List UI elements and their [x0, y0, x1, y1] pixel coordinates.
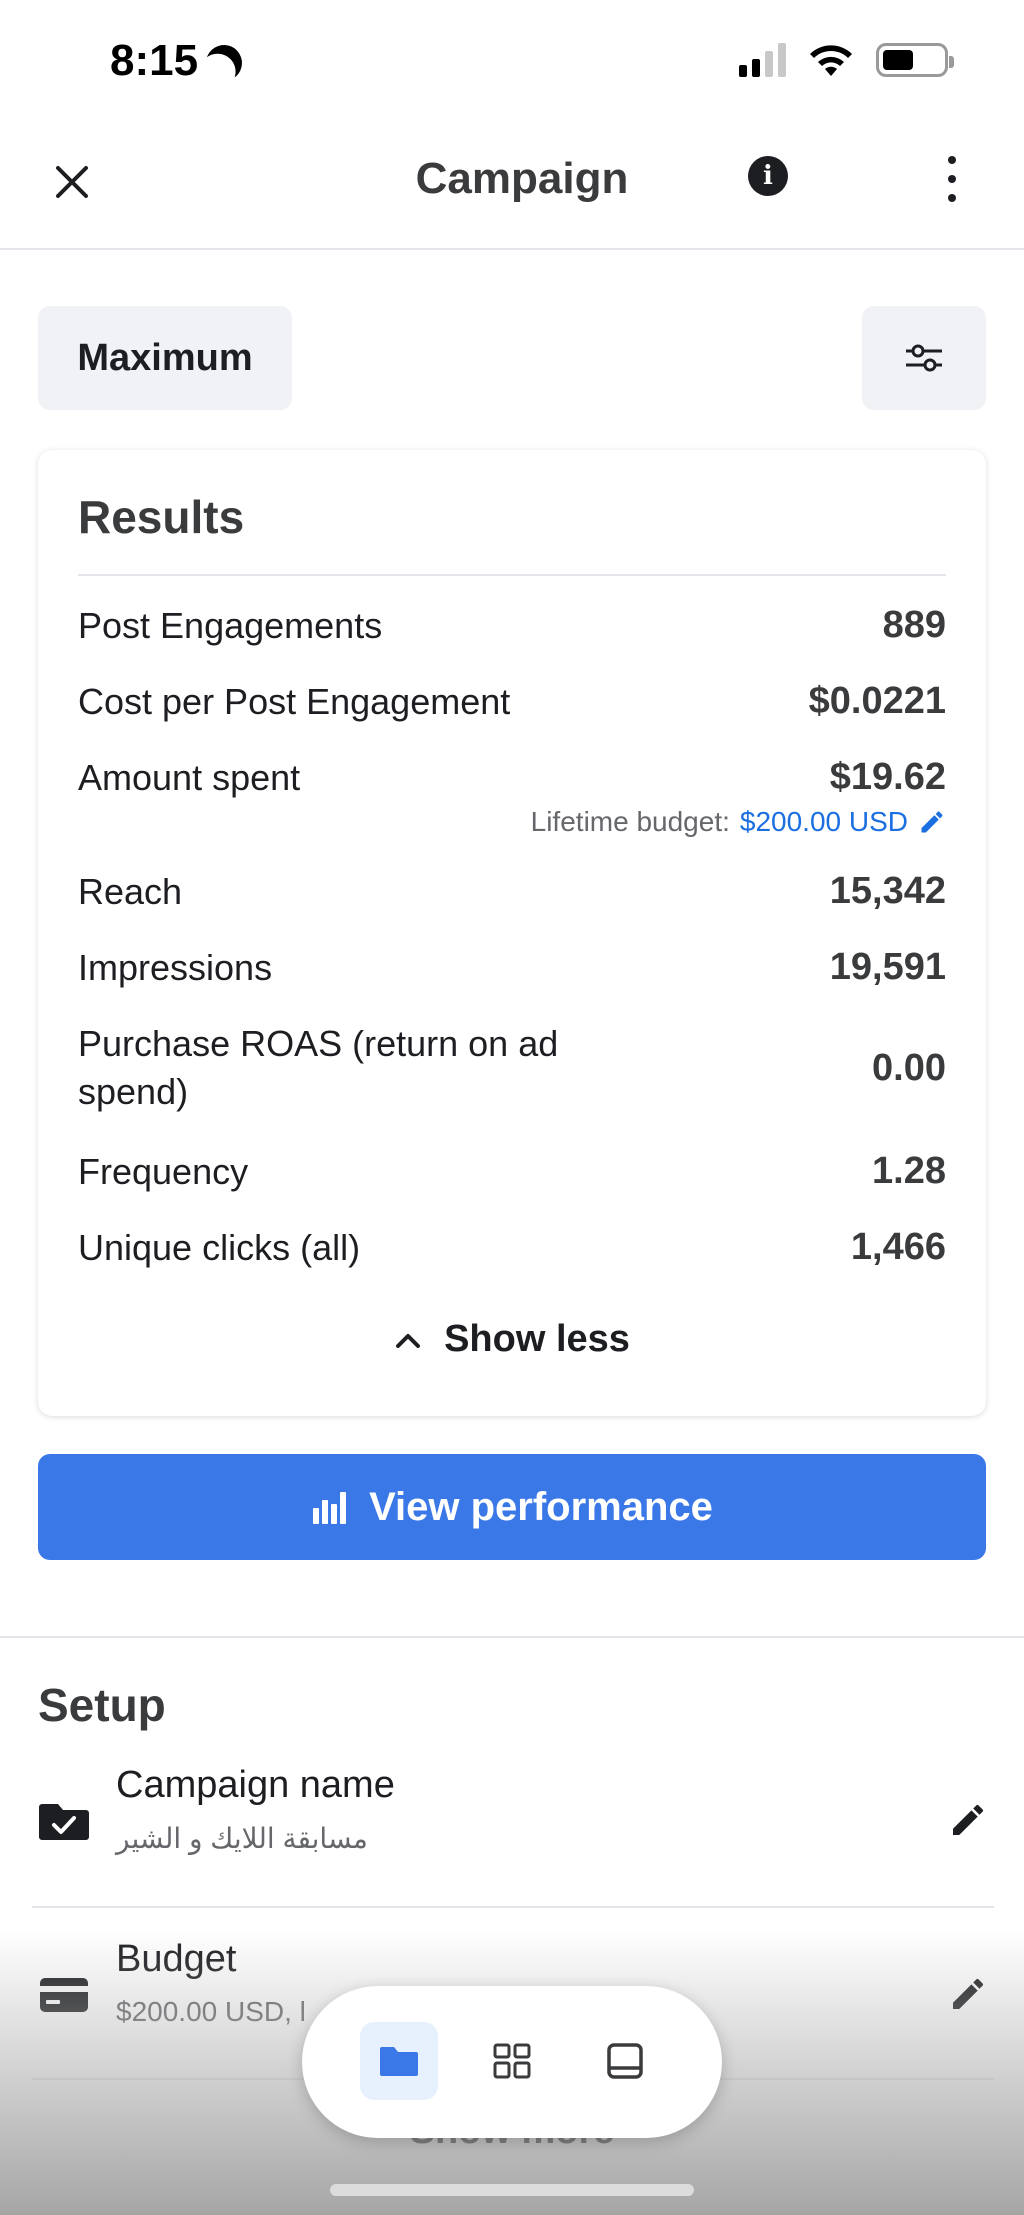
metric-label: Frequency	[78, 1150, 249, 1192]
metric-label: Purchase ROAS (return on ad spend)	[78, 1023, 559, 1112]
bar-chart-icon	[313, 1492, 347, 1524]
metric-label: Impressions	[78, 946, 273, 988]
metric-value: 1,466	[850, 1226, 946, 1268]
more-icon[interactable]	[940, 156, 964, 202]
metric-label: Amount spent	[78, 756, 301, 798]
metric-label: Post Engagements	[78, 604, 383, 646]
battery-icon	[876, 43, 954, 77]
section-divider	[0, 1636, 1024, 1638]
moon-icon	[201, 40, 247, 86]
results-card: Results Post Engagements 889 Cost per Po…	[38, 450, 986, 1416]
info-icon[interactable]: i	[748, 156, 788, 196]
status-bar: 8:15	[0, 0, 1024, 120]
metric-row: Unique clicks (all) 1,466	[78, 1226, 946, 1269]
budget-prefix: Lifetime budget:	[530, 806, 730, 837]
folder-check-icon	[39, 1804, 89, 1840]
metric-value: 15,342	[829, 870, 946, 912]
folder-icon	[380, 2047, 418, 2076]
metric-row: Cost per Post Engagement $0.0221	[78, 680, 946, 723]
show-less-label: Show less	[444, 1318, 630, 1360]
metric-value: 1.28	[872, 1150, 946, 1192]
divider	[78, 574, 946, 576]
view-performance-button[interactable]: View performance	[38, 1454, 986, 1560]
budget-link[interactable]: $200.00 USD	[740, 806, 908, 838]
show-less-button[interactable]: Show less	[38, 1318, 986, 1361]
credit-card-icon	[40, 1978, 88, 2012]
status-icons	[739, 42, 954, 78]
metric-value: $0.0221	[808, 680, 946, 722]
pencil-icon[interactable]	[948, 1974, 988, 2014]
metric-row: Impressions 19,591	[78, 946, 946, 989]
setup-label: Budget	[116, 1938, 237, 1980]
view-performance-label: View performance	[369, 1484, 713, 1529]
metric-value: 889	[882, 604, 946, 646]
bottom-nav	[302, 1986, 722, 2138]
metric-row: Reach 15,342	[78, 870, 946, 913]
nav-ad-sets[interactable]	[473, 2022, 551, 2100]
home-indicator	[330, 2184, 694, 2196]
results-title: Results	[78, 491, 245, 543]
setup-row-campaign-name[interactable]: Campaign name مسابقة اللايك و الشير	[32, 1736, 994, 1908]
pencil-icon[interactable]	[918, 808, 946, 836]
metric-value: $19.62	[829, 756, 946, 798]
pencil-icon[interactable]	[948, 1800, 988, 1840]
setup-title: Setup	[38, 1679, 166, 1731]
setup-label: Campaign name	[116, 1764, 395, 1806]
setup-value: $200.00 USD, l	[116, 1996, 306, 2027]
tablet-icon	[607, 2043, 643, 2079]
metric-row: Purchase ROAS (return on ad spend) 0.00	[78, 1020, 946, 1116]
metric-label: Reach	[78, 870, 183, 912]
header: Campaign i	[0, 120, 1024, 250]
metric-value: 0.00	[872, 1046, 946, 1089]
page-title: Campaign	[415, 154, 629, 203]
clock-text: 8:15	[110, 36, 199, 85]
divider	[32, 1906, 994, 1908]
metric-row: Amount spent $19.62	[78, 756, 946, 799]
metric-row: Post Engagements 889	[78, 604, 946, 647]
wifi-icon	[810, 45, 852, 76]
chevron-up-icon	[396, 1333, 421, 1348]
metric-value: 19,591	[829, 946, 946, 988]
date-range-button[interactable]: Maximum	[38, 306, 292, 410]
grid-icon	[493, 2043, 531, 2079]
signal-icon	[739, 43, 786, 77]
setup-value: مسابقة اللايك و الشير	[116, 1823, 368, 1854]
metric-label: Cost per Post Engagement	[78, 680, 511, 722]
nav-campaigns[interactable]	[360, 2022, 438, 2100]
metric-row: Frequency 1.28	[78, 1150, 946, 1193]
nav-ads[interactable]	[586, 2022, 664, 2100]
lifetime-budget: Lifetime budget: $200.00 USD	[531, 806, 946, 838]
metric-label: Unique clicks (all)	[78, 1226, 361, 1268]
status-time: 8:15	[110, 36, 242, 86]
sliders-icon	[906, 344, 942, 372]
customize-button[interactable]	[862, 306, 986, 410]
